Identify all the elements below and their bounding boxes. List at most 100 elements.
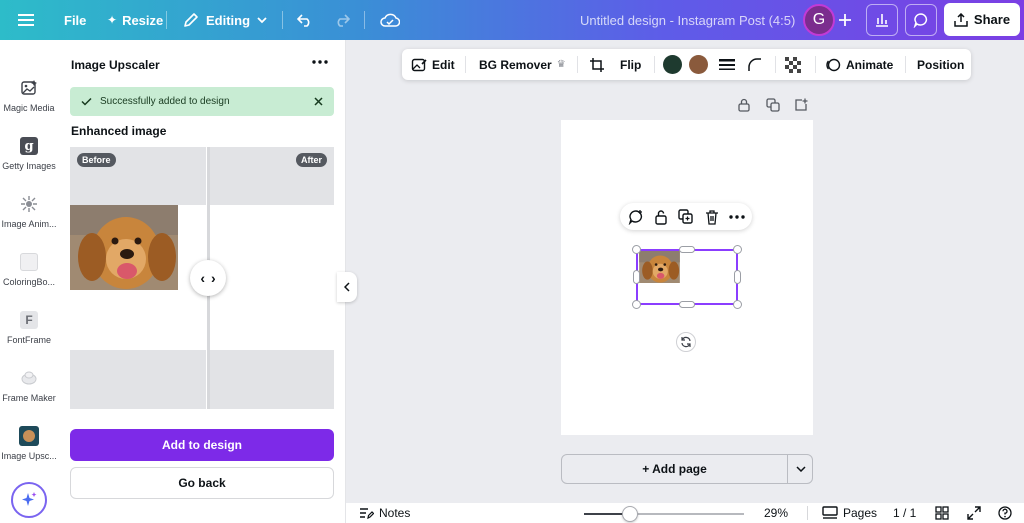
rail-item-image-animate[interactable]: Image Anim... <box>0 190 58 242</box>
rail-label: Frame Maker <box>2 393 56 403</box>
pages-button[interactable]: Pages <box>822 503 877 523</box>
corner-radius-icon <box>748 57 761 71</box>
corner-rounding-button[interactable] <box>748 49 762 80</box>
resize-handle-left[interactable] <box>633 270 640 284</box>
resize-label: Resize <box>122 12 164 28</box>
rail-item-fontframe[interactable]: F FontFrame <box>0 306 58 358</box>
redo-icon <box>337 14 350 27</box>
notes-icon <box>360 507 374 519</box>
help-icon <box>998 506 1012 520</box>
border-style-button[interactable] <box>719 49 735 80</box>
toast-close-button[interactable] <box>310 93 326 109</box>
add-page-quick-button[interactable] <box>792 96 810 114</box>
grid-view-button[interactable] <box>935 503 949 523</box>
rail-item-coloring-book[interactable]: ColoringBo... <box>0 248 58 300</box>
add-to-design-button[interactable]: Add to design <box>70 429 334 461</box>
position-button[interactable]: Position <box>917 49 964 80</box>
chevron-left-icon: ‹ <box>200 270 205 286</box>
zoom-slider-thumb[interactable] <box>622 506 639 522</box>
frame-maker-icon <box>19 368 39 388</box>
comment-element-button[interactable] <box>626 207 645 226</box>
rail-item-frame-maker[interactable]: Frame Maker <box>0 364 58 416</box>
redo-button[interactable] <box>334 0 350 40</box>
resize-handle-bottom[interactable] <box>679 301 695 308</box>
animate-button[interactable]: Animate <box>825 49 893 80</box>
duplicate-page-button[interactable] <box>764 96 782 114</box>
invite-button[interactable] <box>829 4 861 36</box>
crop-button[interactable] <box>589 49 605 80</box>
cloud-save-button[interactable] <box>380 0 400 40</box>
resize-button[interactable]: ✦ Resize <box>107 0 163 40</box>
resize-handle-top-right[interactable] <box>733 245 742 254</box>
before-badge: Before <box>77 153 116 167</box>
lock-page-button[interactable] <box>735 96 753 114</box>
selected-image-frame[interactable] <box>636 249 738 305</box>
comment-add-icon <box>628 209 642 225</box>
edit-image-button[interactable]: Edit <box>411 49 455 80</box>
resize-handle-top[interactable] <box>679 246 695 253</box>
sparkle-icon <box>22 492 37 506</box>
notes-button[interactable]: Notes <box>359 503 410 523</box>
image-upscaler-panel: Image Upscaler Successfully added to des… <box>58 40 346 523</box>
add-page-button[interactable]: + Add page <box>562 455 787 483</box>
undo-icon <box>297 14 310 27</box>
color-swatch-dark-green[interactable] <box>663 55 682 74</box>
file-menu[interactable]: File <box>64 0 86 40</box>
zoom-percentage[interactable]: 29% <box>764 503 788 523</box>
chevron-right-icon: › <box>211 270 216 286</box>
hamburger-icon <box>18 14 34 26</box>
rail-label: Magic Media <box>3 103 55 113</box>
rail-item-image-upscaler[interactable]: Image Upsc... <box>0 422 58 474</box>
duplicate-element-button[interactable] <box>676 207 695 226</box>
rail-label: Image Anim... <box>1 219 57 229</box>
panel-more-button[interactable] <box>310 52 330 72</box>
before-dog-image <box>70 205 178 290</box>
lock-icon <box>738 98 750 112</box>
document-title[interactable]: Untitled design - Instagram Post (4:5) <box>580 0 795 40</box>
element-more-button[interactable] <box>727 207 746 226</box>
magic-assistant-button[interactable] <box>11 482 47 518</box>
before-after-comparison[interactable]: Before After ‹ › <box>70 147 334 409</box>
go-back-button[interactable]: Go back <box>70 467 334 499</box>
grid-icon <box>935 506 949 520</box>
context-toolbar: Edit BG Remover ♛ Flip Animate Position <box>402 49 971 80</box>
flip-button[interactable]: Flip <box>620 49 641 80</box>
success-toast: Successfully added to design <box>70 87 334 116</box>
toast-message: Successfully added to design <box>100 96 230 107</box>
delete-element-button[interactable] <box>702 207 721 226</box>
rotate-handle[interactable] <box>676 332 696 352</box>
resize-handle-right[interactable] <box>734 270 741 284</box>
chevron-down-icon <box>257 17 267 24</box>
coloring-book-icon <box>19 252 39 272</box>
help-button[interactable] <box>998 503 1012 523</box>
zoom-slider[interactable] <box>584 506 744 522</box>
insights-button[interactable] <box>866 4 898 36</box>
rail-item-magic-media[interactable]: Magic Media <box>0 74 58 126</box>
comments-button[interactable] <box>905 4 937 36</box>
app-rail: Magic Media g Getty Images Image Anim...… <box>0 40 58 523</box>
collapse-panel-button[interactable] <box>337 272 357 302</box>
resize-handle-top-left[interactable] <box>632 245 641 254</box>
resize-handle-bottom-left[interactable] <box>632 300 641 309</box>
comparison-slider-handle[interactable]: ‹ › <box>190 260 226 296</box>
lock-element-button[interactable] <box>651 207 670 226</box>
cloud-check-icon <box>380 13 400 27</box>
element-floating-toolbar <box>620 203 752 230</box>
menu-button[interactable] <box>18 0 34 40</box>
bg-remover-button[interactable]: BG Remover ♛ <box>479 49 566 80</box>
color-swatch-brown[interactable] <box>689 55 708 74</box>
add-page-control: + Add page <box>561 454 813 484</box>
editing-mode-dropdown[interactable]: Editing <box>183 0 267 40</box>
rail-item-getty-images[interactable]: g Getty Images <box>0 132 58 184</box>
duplicate-icon <box>678 209 693 224</box>
share-button[interactable]: Share <box>944 3 1020 36</box>
fullscreen-button[interactable] <box>967 503 981 523</box>
rail-label: ColoringBo... <box>2 277 56 287</box>
resize-handle-bottom-right[interactable] <box>733 300 742 309</box>
undo-button[interactable] <box>297 0 313 40</box>
plus-icon <box>839 14 851 26</box>
add-page-options-button[interactable] <box>787 455 813 483</box>
transparency-button[interactable] <box>785 49 801 80</box>
image-upscaler-icon <box>19 426 39 446</box>
animate-icon <box>826 58 841 71</box>
